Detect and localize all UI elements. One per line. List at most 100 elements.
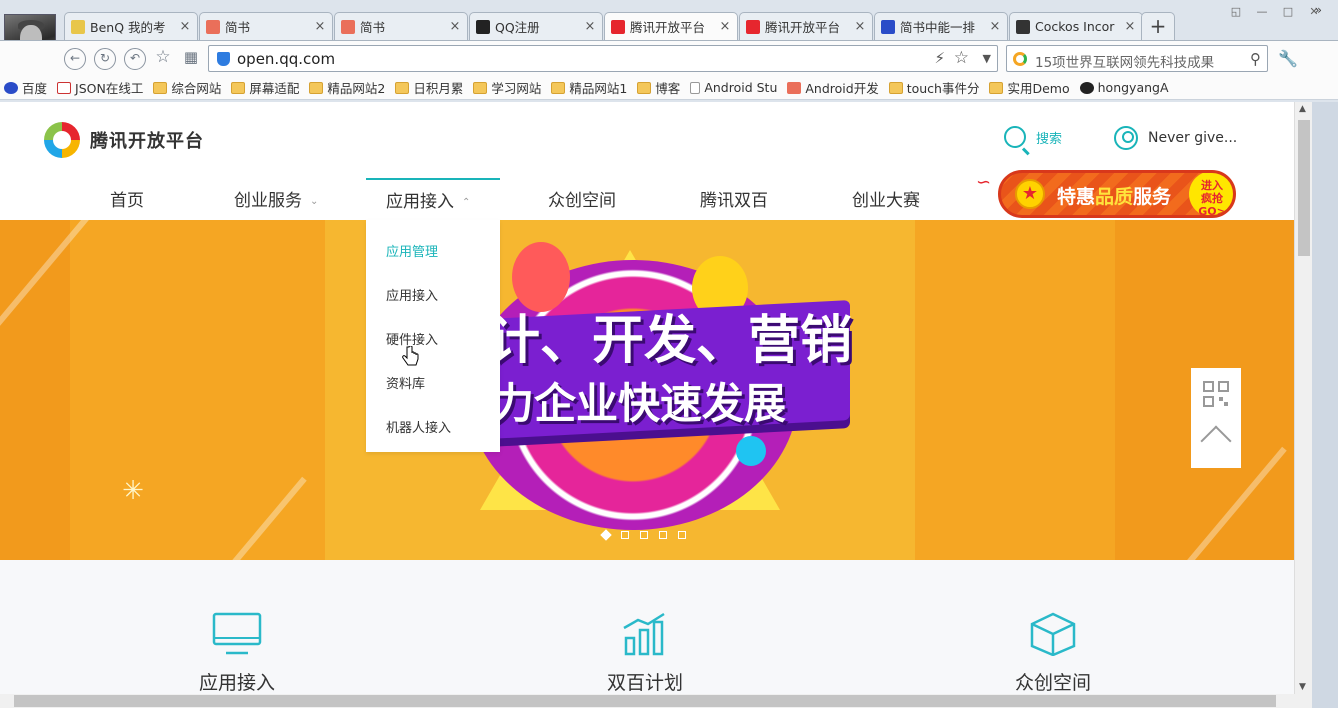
apps-grid-icon[interactable]: ▦ (180, 48, 202, 70)
bookmark-label: Android开发 (805, 81, 879, 96)
tab-close-icon[interactable]: × (314, 19, 326, 34)
undo-close-icon[interactable]: ↶ (124, 48, 146, 70)
nav-maker-space[interactable]: 众创空间 (548, 178, 616, 220)
tab-close-icon[interactable]: × (179, 19, 191, 34)
nav-startup-contest[interactable]: 创业大赛 (852, 178, 920, 220)
speed-mode-icon[interactable]: ⚡ (934, 49, 945, 67)
new-tab-button[interactable]: + (1141, 12, 1175, 40)
carousel-dot[interactable] (621, 531, 629, 539)
browser-tab[interactable]: QQ注册 × (469, 12, 603, 40)
search-engine-icon[interactable] (1013, 52, 1027, 66)
address-url[interactable]: open.qq.com (237, 50, 335, 68)
bookmarks-more-icon[interactable]: » (1315, 3, 1322, 17)
bookmark-item[interactable]: Android Stu (690, 80, 777, 95)
bookmark-star-icon[interactable]: ☆ (954, 48, 969, 68)
bookmark-item[interactable]: 屏幕适配 (231, 78, 299, 97)
search-box-text[interactable]: 15项世界互联网领先科技成果 (1035, 51, 1214, 71)
tab-title: 腾讯开放平台 (765, 20, 841, 35)
scroll-up-icon[interactable]: ▲ (1299, 104, 1306, 114)
user-name: Never give... (1148, 130, 1238, 146)
dropdown-item-app-access[interactable]: 应用接入 (386, 285, 438, 304)
bookmark-item[interactable]: hongyangA (1079, 80, 1169, 95)
bookmark-label: 精品网站1 (569, 81, 628, 96)
favorite-star-icon[interactable]: ☆ (152, 48, 174, 70)
qr-code-icon[interactable] (1203, 381, 1229, 407)
tab-close-icon[interactable]: × (989, 19, 1001, 34)
dropdown-item-library[interactable]: 资料库 (386, 373, 425, 392)
skin-icon[interactable]: ◱ (1226, 4, 1246, 20)
nav-home[interactable]: 首页 (110, 178, 144, 220)
carousel-dot[interactable] (600, 529, 612, 541)
folder-icon (231, 81, 246, 94)
browser-tab[interactable]: 腾讯开放平台 × (604, 12, 738, 40)
bookmark-label: 学习网站 (491, 81, 542, 96)
carousel-dot[interactable] (659, 531, 667, 539)
carousel-dot[interactable] (678, 531, 686, 539)
bookmark-item[interactable]: 精品网站2 (309, 78, 385, 97)
tab-title: QQ注册 (495, 20, 540, 35)
browser-chrome: BenQ 我的考 × 简书 × 简书 × QQ注册 × 腾讯开放平台 × 腾讯开放平台 × 简书中能一排… (0, 0, 1338, 102)
banner-band-left (0, 220, 70, 560)
back-icon[interactable]: ← (64, 48, 86, 70)
banner-stripe (199, 476, 307, 560)
nav-app-access[interactable]: 应用接入 ⌃ (366, 178, 500, 220)
bookmark-item[interactable]: 百度 (4, 78, 47, 97)
bookmark-item[interactable]: JSON在线工 (57, 78, 143, 97)
bookmark-item[interactable]: Android开发 (787, 78, 879, 97)
horizontal-scrollbar[interactable] (0, 694, 1312, 708)
bookmark-item[interactable]: 实用Demo (989, 78, 1070, 97)
promo-banner[interactable]: ★ 特惠品质服务 进入 疯抢 GO> (998, 170, 1236, 218)
carousel-dot[interactable] (640, 531, 648, 539)
refresh-icon[interactable]: ↻ (94, 48, 116, 70)
wrench-menu-icon[interactable]: 🔧 (1278, 49, 1298, 68)
feature-maker-space[interactable]: 众创空间 (973, 612, 1133, 694)
browser-tab[interactable]: 腾讯开放平台 × (739, 12, 873, 40)
address-dropdown-icon[interactable]: ▼ (983, 52, 991, 65)
dropdown-item-app-management[interactable]: 应用管理 (386, 241, 438, 260)
nav-startup-services[interactable]: 创业服务 ⌄ (234, 178, 318, 220)
promo-go-button[interactable]: 进入 疯抢 GO> (1189, 173, 1233, 215)
bookmark-item[interactable]: 学习网站 (473, 78, 541, 97)
back-to-top-icon[interactable] (1200, 425, 1232, 457)
browser-tab[interactable]: 简书 × (199, 12, 333, 40)
browser-search-box[interactable]: 15项世界互联网领先科技成果 ⚲ (1006, 45, 1268, 72)
browser-tab[interactable]: 简书中能一排 × (874, 12, 1008, 40)
bookmark-item[interactable]: 日积月累 (395, 78, 463, 97)
tab-close-icon[interactable]: × (449, 19, 461, 34)
site-header: 腾讯开放平台 搜索 Never give... 首页 创业服务 ⌄ 应用接入 ⌃ 众… (0, 102, 1294, 220)
hero-carousel[interactable]: ✳ 计、开发、营销 力企业快速发展 (0, 220, 1294, 560)
bookmark-item[interactable]: touch事件分 (888, 78, 979, 97)
tab-close-icon[interactable]: × (854, 19, 866, 34)
maximize-icon[interactable]: □ (1278, 4, 1298, 20)
feature-app-access[interactable]: 应用接入 (157, 612, 317, 694)
site-logo[interactable]: 腾讯开放平台 (44, 122, 204, 158)
address-bar[interactable]: open.qq.com ⚡ ☆ ▼ (208, 45, 998, 72)
banner-headline-1: 计、开发、营销 (488, 311, 853, 371)
tab-close-icon[interactable]: × (719, 19, 731, 34)
browser-tab[interactable]: 简书 × (334, 12, 468, 40)
vertical-scrollbar[interactable]: ▲ ▼ (1294, 102, 1312, 694)
nav-tencent-double-hundred[interactable]: 腾讯双百 (700, 178, 768, 220)
bookmark-item[interactable]: 博客 (637, 78, 680, 97)
bookmark-item[interactable]: 综合网站 (153, 78, 221, 97)
bookmark-item[interactable]: 精品网站1 (551, 78, 627, 97)
window-right-edge (1312, 102, 1338, 708)
vertical-scroll-thumb[interactable] (1298, 120, 1310, 256)
tab-close-icon[interactable]: × (584, 19, 596, 34)
dropdown-item-robot-access[interactable]: 机器人接入 (386, 417, 451, 436)
header-search[interactable]: 搜索 (1004, 126, 1062, 148)
search-go-icon[interactable]: ⚲ (1250, 50, 1261, 68)
jian-icon (787, 81, 802, 94)
star-badge-icon: ★ (1015, 179, 1045, 209)
minimize-icon[interactable]: — (1252, 4, 1272, 20)
header-user[interactable]: Never give... (1114, 126, 1237, 150)
horizontal-scroll-thumb[interactable] (14, 695, 1276, 707)
browser-tab[interactable]: BenQ 我的考 × (64, 12, 198, 40)
feature-double-hundred[interactable]: 双百计划 (565, 612, 725, 694)
scroll-down-icon[interactable]: ▼ (1299, 682, 1306, 692)
browser-tab[interactable]: Cockos Incor × (1009, 12, 1143, 40)
tab-close-icon[interactable]: × (1124, 19, 1136, 34)
logo-text: 腾讯开放平台 (90, 131, 204, 152)
bookmark-label: 日积月累 (413, 81, 464, 96)
tab-title: Cockos Incor (1035, 19, 1115, 34)
